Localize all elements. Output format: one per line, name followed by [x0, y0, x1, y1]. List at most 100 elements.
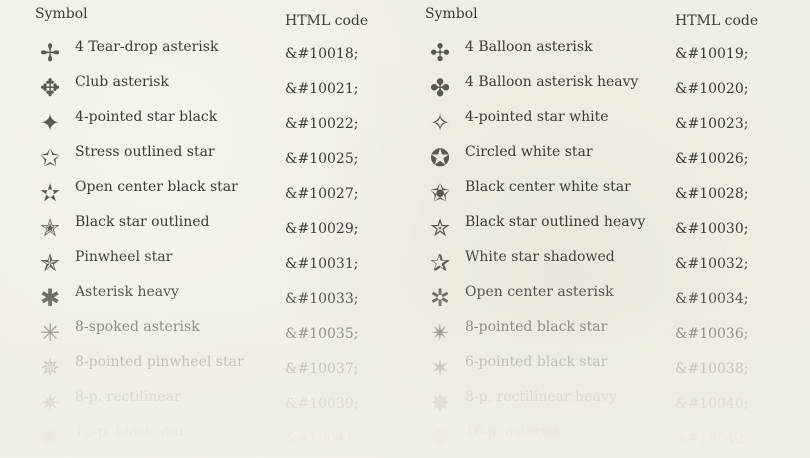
- header-symbol: Symbol: [425, 6, 478, 22]
- symbol-name: 6-pointed black star: [465, 354, 608, 370]
- table-row: ✦ 4-pointed star black &#10022;: [0, 108, 390, 143]
- symbol-name: Club asterisk: [75, 74, 169, 90]
- html-code: &#10038;: [675, 361, 749, 377]
- table-row: ✥ Club asterisk &#10021;: [0, 73, 390, 108]
- white-star-shadowed-icon: ✰: [429, 249, 451, 277]
- open-center-asterisk-icon: ✲: [429, 284, 451, 312]
- header-symbol: Symbol: [35, 6, 88, 22]
- symbol-name: White star shadowed: [465, 249, 615, 265]
- table-row: ✮ Black star outlined heavy &#10030;: [390, 213, 780, 248]
- table-row: ✴ 8-pointed black star &#10036;: [390, 318, 780, 353]
- html-code: &#10040;: [675, 396, 749, 412]
- balloon-asterisk-icon: ✣: [429, 39, 451, 67]
- four-pointed-star-black-icon: ✦: [39, 109, 61, 137]
- eight-spoked-asterisk-icon: ✳: [39, 319, 61, 347]
- symbol-name: Pinwheel star: [75, 249, 173, 265]
- twelve-point-black-star-icon: ✹: [39, 424, 61, 452]
- black-star-outlined-icon: ✭: [39, 214, 61, 242]
- html-code: &#10032;: [675, 256, 749, 272]
- symbol-name: Black star outlined: [75, 214, 210, 230]
- symbol-name: Circled white star: [465, 144, 593, 160]
- sixteen-point-asterisk-icon: ✺: [429, 424, 451, 452]
- html-code: &#10029;: [285, 221, 359, 237]
- html-code: &#10039;: [285, 396, 359, 412]
- table-row: ✶ 6-pointed black star &#10038;: [390, 353, 780, 388]
- table-row: ✺ 16-p. asterisk &#10042;: [390, 423, 780, 458]
- black-center-white-star-icon: ✬: [429, 179, 451, 207]
- table-row: ✲ Open center asterisk &#10034;: [390, 283, 780, 318]
- balloon-asterisk-heavy-icon: ✤: [429, 74, 451, 102]
- symbol-name: Black star outlined heavy: [465, 214, 646, 230]
- html-code: &#10027;: [285, 186, 359, 202]
- symbol-name: Asterisk heavy: [75, 284, 179, 300]
- tear-drop-asterisk-icon: ✢: [39, 39, 61, 67]
- table-row: ✫ Open center black star &#10027;: [0, 178, 390, 213]
- table-row: ✤ 4 Balloon asterisk heavy &#10020;: [390, 73, 780, 108]
- asterisk-heavy-icon: ✱: [39, 284, 61, 312]
- table-row: ✷ 8-p. rectilinear &#10039;: [0, 388, 390, 423]
- symbol-name: 8-p. rectilinear: [75, 389, 181, 405]
- html-code: &#10021;: [285, 81, 359, 97]
- eight-pointed-black-star-icon: ✴: [429, 319, 451, 347]
- html-code: &#10041;: [285, 431, 359, 447]
- symbol-name: 8-pointed black star: [465, 319, 608, 335]
- table-row: ✳ 8-spoked asterisk &#10035;: [0, 318, 390, 353]
- symbol-name: 4 Tear-drop asterisk: [75, 39, 219, 55]
- html-code: &#10031;: [285, 256, 359, 272]
- table-row: ✧ 4-pointed star white &#10023;: [390, 108, 780, 143]
- html-code: &#10023;: [675, 116, 749, 132]
- symbol-name: Open center black star: [75, 179, 238, 195]
- symbol-name: 4-pointed star white: [465, 109, 609, 125]
- black-star-outlined-heavy-icon: ✮: [429, 214, 451, 242]
- symbol-table-left: Symbol HTML code ✢ 4 Tear-drop asterisk …: [0, 0, 390, 457]
- table-row: ✰ White star shadowed &#10032;: [390, 248, 780, 283]
- table-row: ✱ Asterisk heavy &#10033;: [0, 283, 390, 318]
- symbol-name: 8-pointed pinwheel star: [75, 354, 244, 370]
- symbol-name: Stress outlined star: [75, 144, 215, 160]
- symbol-table-right: Symbol HTML code ✣ 4 Balloon asterisk &#…: [390, 0, 780, 457]
- html-code: &#10025;: [285, 151, 359, 167]
- table-row: ✸ 8-p. rectilinear heavy &#10040;: [390, 388, 780, 423]
- html-code: &#10034;: [675, 291, 749, 307]
- symbol-name: Open center asterisk: [465, 284, 614, 300]
- html-code: &#10035;: [285, 326, 359, 342]
- eight-point-rectilinear-star-icon: ✷: [39, 389, 61, 417]
- symbol-name: 8-spoked asterisk: [75, 319, 200, 335]
- html-code: &#10033;: [285, 291, 359, 307]
- header-html-code: HTML code: [285, 13, 369, 29]
- html-code: &#10019;: [675, 46, 749, 62]
- symbol-name: Black center white star: [465, 179, 631, 195]
- stress-outlined-star-icon: ✩: [39, 144, 61, 172]
- table-row: ✪ Circled white star &#10026;: [390, 143, 780, 178]
- open-center-black-star-icon: ✫: [39, 179, 61, 207]
- eight-pointed-pinwheel-star-icon: ✵: [39, 354, 61, 382]
- header-html-code: HTML code: [675, 13, 759, 29]
- html-code: &#10022;: [285, 116, 359, 132]
- circled-white-star-icon: ✪: [429, 144, 451, 172]
- four-pointed-star-white-icon: ✧: [429, 109, 451, 137]
- symbol-name: 16-p. asterisk: [465, 424, 562, 440]
- symbol-name: 8-p. rectilinear heavy: [465, 389, 617, 405]
- table-row: ✯ Pinwheel star &#10031;: [0, 248, 390, 283]
- table-row: ✬ Black center white star &#10028;: [390, 178, 780, 213]
- html-code: &#10030;: [675, 221, 749, 237]
- html-code: &#10036;: [675, 326, 749, 342]
- html-code: &#10042;: [675, 431, 749, 447]
- table-row: ✣ 4 Balloon asterisk &#10019;: [390, 38, 780, 73]
- table-row: ✢ 4 Tear-drop asterisk &#10018;: [0, 38, 390, 73]
- html-code: &#10026;: [675, 151, 749, 167]
- symbol-name: 12-p. black star: [75, 424, 186, 440]
- table-row: ✵ 8-pointed pinwheel star &#10037;: [0, 353, 390, 388]
- table-row: ✹ 12-p. black star &#10041;: [0, 423, 390, 458]
- table-row: ✭ Black star outlined &#10029;: [0, 213, 390, 248]
- html-code: &#10020;: [675, 81, 749, 97]
- symbol-name: 4 Balloon asterisk heavy: [465, 74, 639, 90]
- symbol-name: 4-pointed star black: [75, 109, 218, 125]
- html-code: &#10018;: [285, 46, 359, 62]
- club-asterisk-icon: ✥: [39, 74, 61, 102]
- html-code: &#10028;: [675, 186, 749, 202]
- six-pointed-black-star-icon: ✶: [429, 354, 451, 382]
- html-code: &#10037;: [285, 361, 359, 377]
- eight-point-rectilinear-heavy-star-icon: ✸: [429, 389, 451, 417]
- symbol-name: 4 Balloon asterisk: [465, 39, 593, 55]
